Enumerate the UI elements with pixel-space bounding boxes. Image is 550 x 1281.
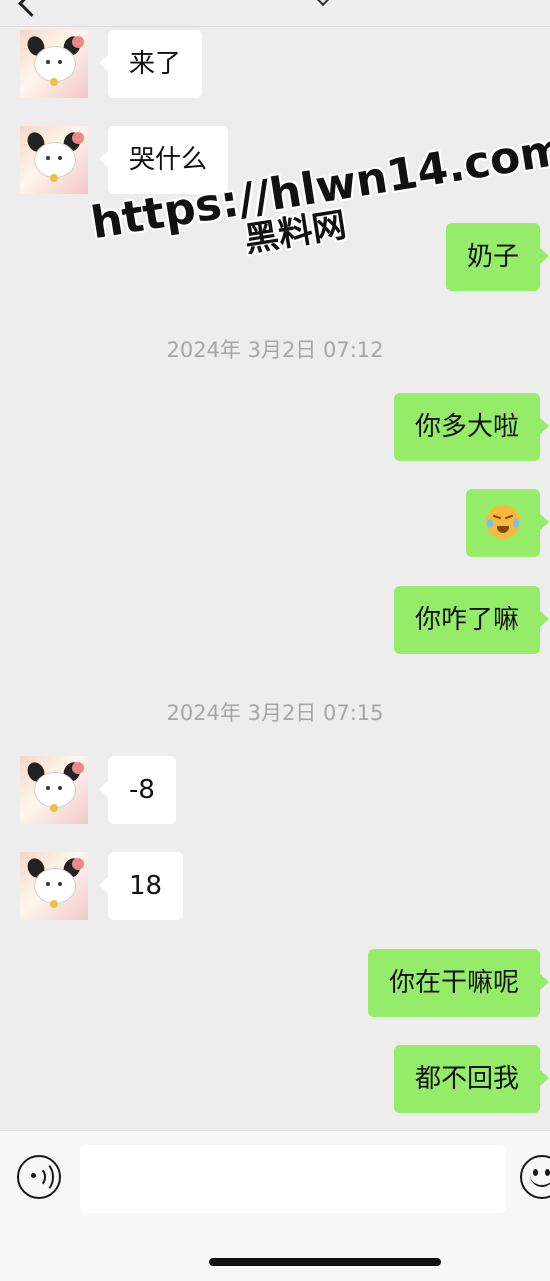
message-incoming: 18 <box>0 852 550 920</box>
message-timestamp: 2024年 3月2日 07:12 <box>166 338 384 362</box>
message-outgoing[interactable]: 都不回我 <box>393 1045 550 1113</box>
top-navigation-bar <box>0 0 550 27</box>
message-bubble[interactable]: 18 <box>98 852 184 920</box>
message-outgoing[interactable]: 你多大啦 <box>393 393 550 461</box>
emoji-icon[interactable] <box>520 1155 550 1199</box>
contact-avatar[interactable] <box>20 126 88 194</box>
message-timestamp: 2024年 3月2日 07:15 <box>166 701 384 725</box>
contact-avatar[interactable] <box>20 852 88 920</box>
message-bubble[interactable]: -8 <box>99 756 176 824</box>
contact-avatar[interactable] <box>20 30 88 98</box>
message-incoming: 来了 <box>0 30 550 98</box>
home-indicator <box>209 1258 441 1266</box>
message-outgoing[interactable]: 你在干嘛呢 <box>367 949 550 1017</box>
chevron-icon <box>315 0 331 7</box>
contact-avatar[interactable] <box>20 756 88 824</box>
message-outgoing-emoji[interactable] <box>466 489 549 557</box>
message-bubble[interactable]: 来了 <box>98 30 203 98</box>
crying-laughing-face-icon <box>486 504 520 539</box>
back-arrow-icon[interactable] <box>18 0 45 17</box>
message-incoming: -8 <box>0 756 550 824</box>
message-outgoing[interactable]: 奶子 <box>445 223 550 291</box>
message-input[interactable] <box>80 1145 506 1213</box>
voice-input-icon[interactable] <box>17 1155 61 1199</box>
message-outgoing[interactable]: 你咋了嘛 <box>393 586 550 654</box>
